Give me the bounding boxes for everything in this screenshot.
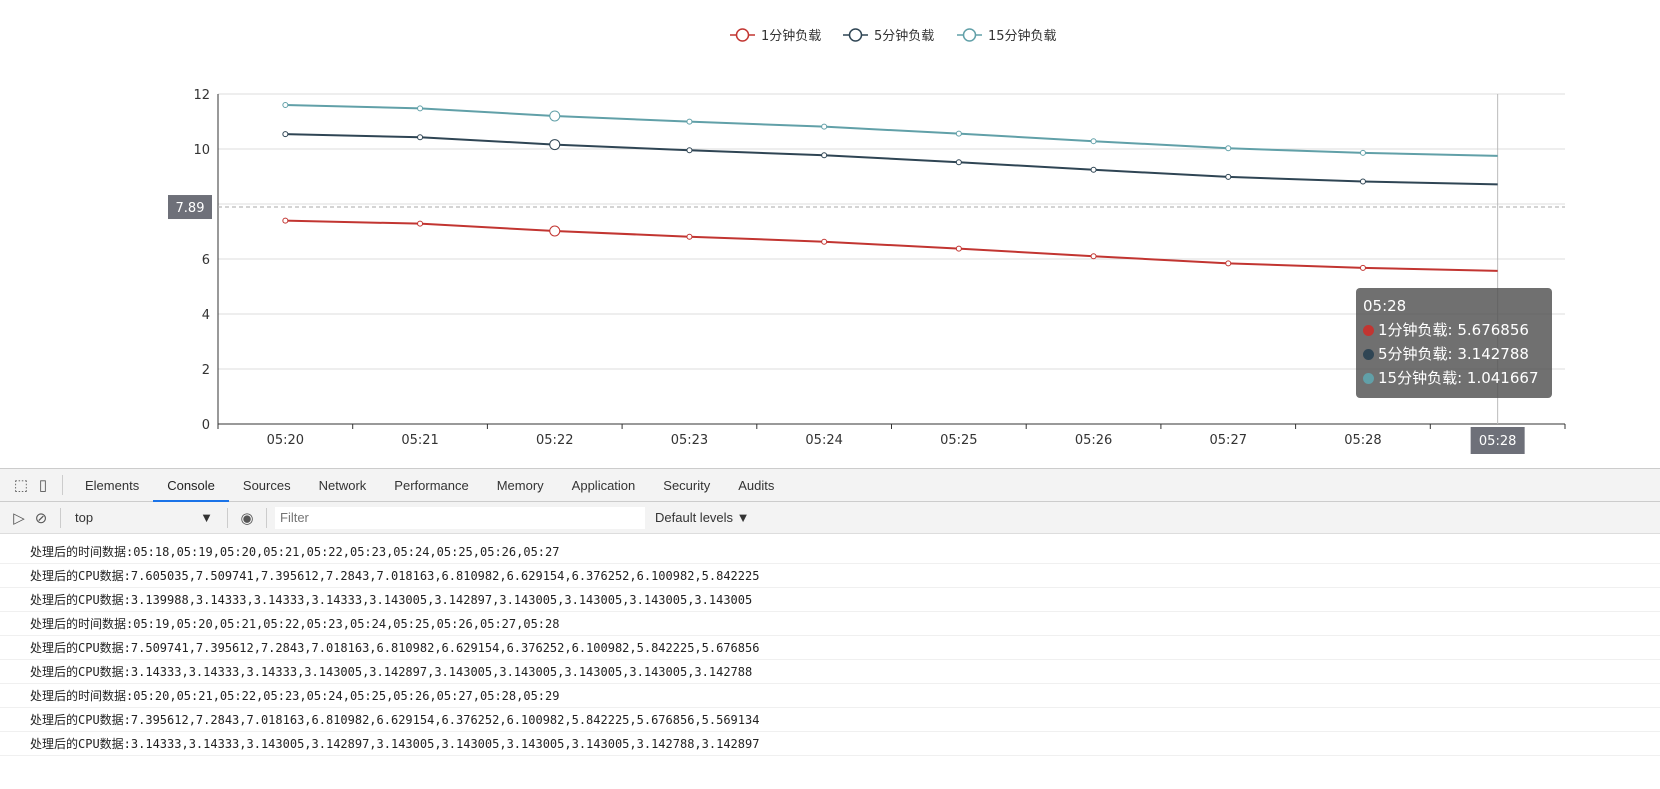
data-point xyxy=(417,134,424,141)
tooltip-row: 15分钟负载: 1.041667 xyxy=(1363,366,1545,390)
tab-elements[interactable]: Elements xyxy=(71,469,153,502)
console-messages: 处理后的时间数据:05:18,05:19,05:20,05:21,05:22,0… xyxy=(0,534,1660,756)
x-tick-label: 05:27 xyxy=(1210,433,1247,448)
data-point xyxy=(1225,173,1232,180)
data-point xyxy=(549,110,561,122)
console-message: 处理后的时间数据:05:20,05:21,05:22,05:23,05:24,0… xyxy=(0,684,1660,708)
data-point xyxy=(955,159,962,166)
legend-label: 15分钟负载 xyxy=(988,28,1057,44)
x-tick-label: 05:25 xyxy=(940,433,977,448)
axis-pointer-y-label: 7.89 xyxy=(176,201,205,216)
data-point xyxy=(1090,138,1097,145)
console-message: 处理后的CPU数据:3.14333,3.14333,3.14333,3.1430… xyxy=(0,660,1660,684)
data-point xyxy=(686,147,693,154)
x-tick-label: 05:26 xyxy=(1075,433,1112,448)
data-point xyxy=(417,220,424,227)
data-point xyxy=(282,131,289,138)
x-tick-label: 05:20 xyxy=(267,433,304,448)
y-tick-label: 10 xyxy=(193,143,210,158)
data-point xyxy=(1359,264,1366,271)
tab-console[interactable]: Console xyxy=(153,469,229,502)
series-dot-icon xyxy=(1363,349,1374,360)
dropdown-arrow-icon: ▼ xyxy=(200,510,213,525)
data-point xyxy=(955,130,962,137)
data-point xyxy=(821,238,828,245)
series-dot-icon xyxy=(1363,373,1374,384)
data-point xyxy=(821,123,828,130)
data-point xyxy=(1359,149,1366,156)
console-toolbar: ▷ ⊘ top▼ ◉ Default levels ▼ xyxy=(0,502,1660,534)
x-tick-label: 05:22 xyxy=(536,433,573,448)
data-point xyxy=(955,245,962,252)
series-dot-icon xyxy=(1363,325,1374,336)
console-message: 处理后的CPU数据:7.605035,7.509741,7.395612,7.2… xyxy=(0,564,1660,588)
data-point xyxy=(1090,253,1097,260)
data-point xyxy=(686,118,693,125)
data-point xyxy=(549,225,561,237)
legend-label: 5分钟负载 xyxy=(874,28,934,44)
x-tick-label: 05:28 xyxy=(1344,433,1381,448)
tab-network[interactable]: Network xyxy=(305,469,381,502)
data-point xyxy=(1359,178,1366,185)
console-message: 处理后的CPU数据:3.14333,3.14333,3.143005,3.142… xyxy=(0,732,1660,756)
y-tick-label: 0 xyxy=(202,418,210,433)
y-tick-label: 4 xyxy=(202,308,210,323)
devtools-tabbar: ⬚ ▯ Elements Console Sources Network Per… xyxy=(0,469,1660,502)
data-point xyxy=(1225,260,1232,267)
legend-label: 1分钟负载 xyxy=(761,28,821,44)
y-tick-label: 2 xyxy=(202,363,210,378)
x-tick-label: 05:21 xyxy=(401,433,438,448)
log-levels-dropdown[interactable]: Default levels ▼ xyxy=(655,510,750,525)
legend-marker-icon xyxy=(848,28,863,42)
data-point xyxy=(282,217,289,224)
tab-performance[interactable]: Performance xyxy=(380,469,482,502)
sidebar-toggle-icon[interactable]: ▷ xyxy=(8,507,30,529)
tooltip-title: 05:28 xyxy=(1363,297,1407,315)
x-tick-label: 05:23 xyxy=(671,433,708,448)
series-line-0 xyxy=(285,219,1498,272)
legend-marker-icon xyxy=(962,28,977,42)
tab-security[interactable]: Security xyxy=(649,469,724,502)
tab-memory[interactable]: Memory xyxy=(483,469,558,502)
y-tick-label: 6 xyxy=(202,253,210,268)
device-toolbar-icon[interactable]: ▯ xyxy=(32,474,54,496)
clear-console-icon[interactable]: ⊘ xyxy=(30,507,52,529)
console-message: 处理后的CPU数据:7.395612,7.2843,7.018163,6.810… xyxy=(0,708,1660,732)
legend-marker-icon xyxy=(735,28,750,42)
chart-tooltip: 05:28 1分钟负载: 5.676856 5分钟负载: 3.142788 15… xyxy=(1356,288,1552,398)
console-message: 处理后的时间数据:05:19,05:20,05:21,05:22,05:23,0… xyxy=(0,612,1660,636)
data-point xyxy=(1225,145,1232,152)
console-message: 处理后的时间数据:05:18,05:19,05:20,05:21,05:22,0… xyxy=(0,540,1660,564)
series-line-2 xyxy=(285,104,1498,157)
tab-sources[interactable]: Sources xyxy=(229,469,305,502)
data-point xyxy=(821,152,828,159)
inspect-element-icon[interactable]: ⬚ xyxy=(10,474,32,496)
data-point xyxy=(417,105,424,112)
data-point xyxy=(549,139,561,151)
x-tick-label: 05:24 xyxy=(805,433,842,448)
eye-icon[interactable]: ◉ xyxy=(236,507,258,529)
data-point xyxy=(1090,166,1097,173)
filter-input[interactable] xyxy=(275,506,645,529)
data-point xyxy=(282,102,289,109)
context-selector[interactable]: top ▼ xyxy=(69,510,219,525)
tab-audits[interactable]: Audits xyxy=(724,469,788,502)
console-message: 处理后的CPU数据:3.139988,3.14333,3.14333,3.143… xyxy=(0,588,1660,612)
axis-pointer-x-label: 05:28 xyxy=(1479,434,1516,449)
tooltip-row: 5分钟负载: 3.142788 xyxy=(1363,342,1545,366)
tab-application[interactable]: Application xyxy=(558,469,650,502)
series-line-1 xyxy=(285,133,1498,186)
console-message: 处理后的CPU数据:7.509741,7.395612,7.2843,7.018… xyxy=(0,636,1660,660)
y-tick-label: 12 xyxy=(193,88,210,103)
data-point xyxy=(686,233,693,240)
tooltip-row: 1分钟负载: 5.676856 xyxy=(1363,318,1545,342)
devtools-panel: ⬚ ▯ Elements Console Sources Network Per… xyxy=(0,468,1660,789)
